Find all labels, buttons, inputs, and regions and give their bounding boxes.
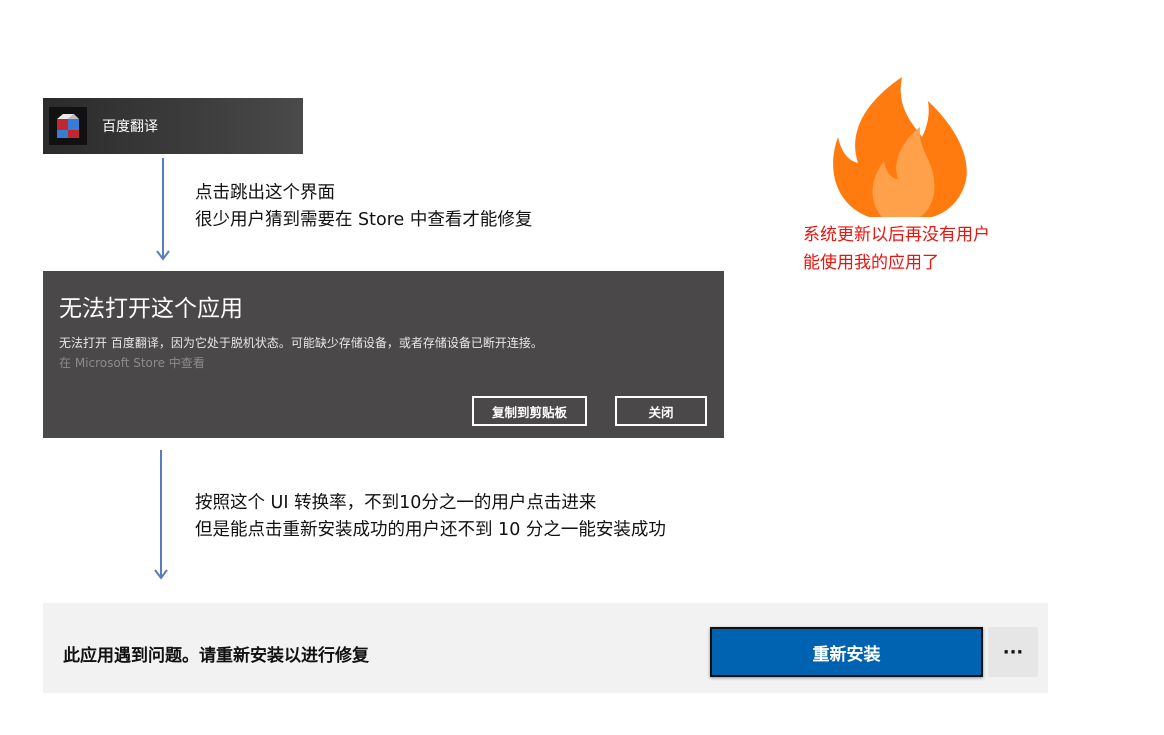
- baidu-translate-app-icon: [49, 107, 87, 145]
- annotation-1-line-1: 点击跳出这个界面: [195, 183, 335, 203]
- repair-message: 此应用遇到问题。请重新安装以进行修复: [63, 646, 369, 666]
- down-arrow-icon: [156, 158, 170, 261]
- down-arrow-icon: [154, 450, 168, 580]
- taskbar-app-tile[interactable]: 百度翻译: [43, 98, 303, 154]
- dialog-title: 无法打开这个应用: [59, 296, 243, 322]
- annotation-2: 按照这个 UI 转换率，不到10分之一的用户点击进来 但是能点击重新安装成功的用…: [195, 490, 666, 544]
- close-button[interactable]: 关闭: [615, 396, 707, 426]
- dialog-message: 无法打开 百度翻译，因为它处于脱机状态。可能缺少存储设备，或者存储设备已断开连接…: [59, 336, 543, 350]
- copy-to-clipboard-button[interactable]: 复制到剪贴板: [472, 396, 587, 426]
- side-note-line-1: 系统更新以后再没有用户: [803, 225, 990, 245]
- error-dialog: 无法打开这个应用 无法打开 百度翻译，因为它处于脱机状态。可能缺少存储设备，或者…: [43, 271, 724, 438]
- side-note-line-2: 能使用我的应用了: [803, 253, 939, 273]
- annotation-1-line-2: 很少用户猜到需要在 Store 中查看才能修复: [195, 210, 533, 230]
- app-name-label: 百度翻译: [102, 119, 158, 135]
- annotation-2-line-2: 但是能点击重新安装成功的用户还不到 10 分之一能安装成功: [195, 520, 666, 540]
- reinstall-button[interactable]: 重新安装: [710, 627, 983, 677]
- side-note: 系统更新以后再没有用户 能使用我的应用了: [803, 221, 990, 277]
- annotation-1: 点击跳出这个界面 很少用户猜到需要在 Store 中查看才能修复: [195, 180, 532, 234]
- repair-bar: 此应用遇到问题。请重新安装以进行修复 重新安装 ···: [43, 603, 1048, 693]
- annotation-2-line-1: 按照这个 UI 转换率，不到10分之一的用户点击进来: [195, 493, 597, 513]
- more-options-button[interactable]: ···: [988, 627, 1038, 677]
- store-link[interactable]: 在 Microsoft Store 中查看: [59, 354, 205, 371]
- fire-icon: [833, 77, 967, 217]
